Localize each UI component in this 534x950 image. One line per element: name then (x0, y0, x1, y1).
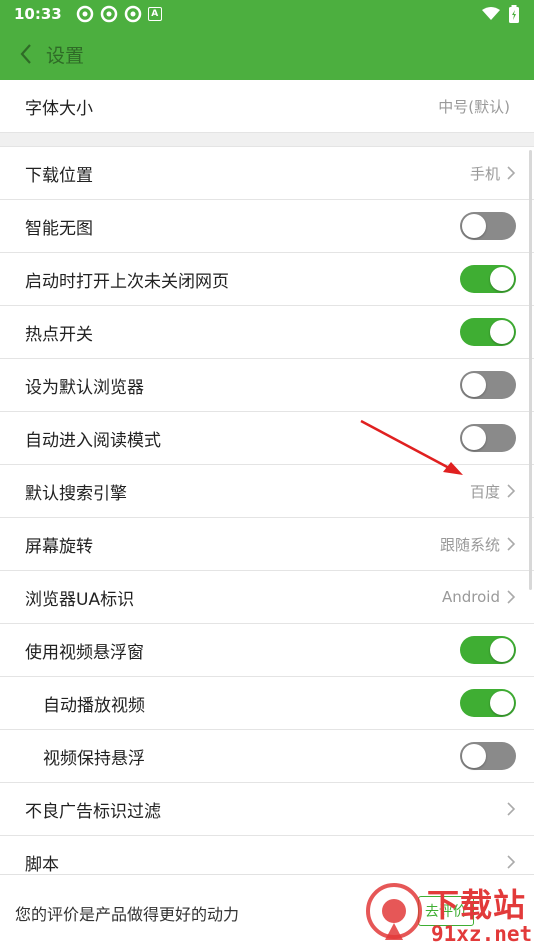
setting-value: Android (442, 588, 500, 606)
setting-floating-video: 使用视频悬浮窗 (0, 624, 534, 677)
restore-tabs-toggle[interactable] (460, 265, 516, 293)
rating-prompt-text: 您的评价是产品做得更好的动力 (15, 904, 240, 924)
section-divider (0, 133, 534, 147)
annotation-arrow (360, 419, 463, 475)
setting-label: 热点开关 (25, 324, 93, 345)
setting-label: 不良广告标识过滤 (25, 801, 161, 822)
setting-ua[interactable]: 浏览器UA标识 Android (0, 571, 534, 624)
setting-value: 手机 (469, 164, 500, 183)
app-notification-icon (76, 5, 93, 23)
setting-default-browser: 设为默认浏览器 (0, 359, 534, 412)
watermark-title: 下载站 (427, 886, 527, 924)
setting-ad-filter[interactable]: 不良广告标识过滤 (0, 783, 534, 836)
setting-label: 脚本 (25, 854, 59, 875)
setting-label: 字体大小 (25, 98, 93, 119)
setting-label: 自动播放视频 (43, 695, 145, 716)
a-notification-icon: A (147, 7, 162, 21)
wifi-icon (482, 7, 500, 20)
chevron-right-icon (506, 801, 516, 817)
default-browser-toggle[interactable] (460, 371, 516, 399)
chevron-right-icon (506, 589, 516, 605)
setting-rotation[interactable]: 屏幕旋转 跟随系统 (0, 518, 534, 571)
watermark-url: 91xz.net (431, 922, 533, 946)
battery-icon (509, 5, 519, 23)
setting-autoplay-video: 自动播放视频 (0, 677, 534, 730)
back-button[interactable] (4, 28, 48, 80)
app-bar: 设置 (0, 28, 534, 80)
setting-font-size[interactable]: 字体大小 中号(默认) (0, 80, 534, 133)
setting-hotspot: 热点开关 (0, 306, 534, 359)
setting-label: 启动时打开上次未关闭网页 (25, 271, 229, 292)
setting-smart-no-image: 智能无图 (0, 200, 534, 253)
setting-label: 智能无图 (25, 218, 93, 239)
floating-video-toggle[interactable] (460, 636, 516, 664)
setting-download-location[interactable]: 下载位置 手机 (0, 147, 534, 200)
setting-label: 浏览器UA标识 (25, 589, 135, 610)
status-time: 10:33 (14, 5, 62, 23)
setting-label: 下载位置 (25, 165, 93, 186)
page-title: 设置 (46, 44, 85, 67)
autoplay-video-toggle[interactable] (460, 689, 516, 717)
app-notification-icon (100, 5, 117, 23)
setting-label: 默认搜索引擎 (25, 483, 127, 504)
status-bar: 10:33 A (0, 0, 534, 28)
settings-list: 字体大小 中号(默认) 下载位置 手机 智能无图 启动时打开上次未关闭网页 热点… (0, 80, 534, 889)
chevron-right-icon (506, 165, 516, 181)
setting-label: 视频保持悬浮 (43, 748, 145, 769)
smart-no-image-toggle[interactable] (460, 212, 516, 240)
setting-value: 中号(默认) (438, 97, 510, 116)
chevron-left-icon (20, 44, 31, 64)
app-notification-icon (124, 5, 141, 23)
chevron-right-icon (506, 483, 516, 499)
notification-icons: A (76, 5, 162, 23)
setting-restore-tabs: 启动时打开上次未关闭网页 (0, 253, 534, 306)
setting-label: 使用视频悬浮窗 (25, 642, 144, 663)
keep-floating-toggle[interactable] (460, 742, 516, 770)
setting-label: 屏幕旋转 (25, 536, 93, 557)
setting-value: 百度 (469, 482, 500, 501)
scrollbar[interactable] (529, 150, 532, 590)
watermark: 下载站 91xz.net (365, 880, 534, 950)
hotspot-toggle[interactable] (460, 318, 516, 346)
chevron-right-icon (506, 854, 516, 870)
watermark-logo (366, 883, 422, 940)
chevron-right-icon (506, 536, 516, 552)
setting-value: 跟随系统 (439, 535, 500, 554)
setting-label: 设为默认浏览器 (25, 377, 144, 398)
setting-keep-floating: 视频保持悬浮 (0, 730, 534, 783)
